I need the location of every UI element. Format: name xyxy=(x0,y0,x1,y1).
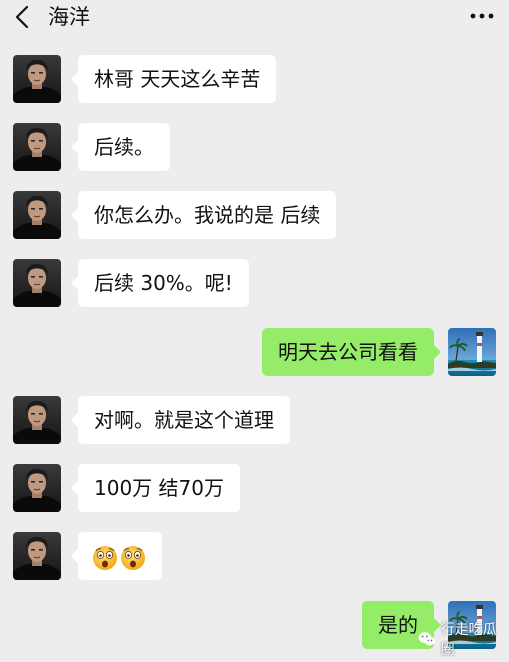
message-bubble-incoming[interactable]: 100万 结70万 xyxy=(71,464,240,512)
contact-avatar-image xyxy=(13,55,61,103)
my-avatar[interactable] xyxy=(448,328,496,376)
contact-avatar-image xyxy=(13,123,61,171)
my-avatar-image xyxy=(448,328,496,376)
chat-header: 海洋 xyxy=(0,0,509,36)
message-bubble-incoming-emoji[interactable] xyxy=(71,532,162,580)
message-bubble-incoming[interactable]: 林哥 天天这么辛苦 xyxy=(70,55,277,103)
contact-avatar[interactable] xyxy=(13,55,61,103)
contact-avatar[interactable] xyxy=(13,532,61,580)
back-button[interactable] xyxy=(10,4,36,30)
message-bubble-incoming[interactable]: 对啊。就是这个道理 xyxy=(71,396,290,444)
contact-avatar[interactable] xyxy=(13,259,61,307)
contact-avatar-image xyxy=(13,464,61,512)
wechat-icon xyxy=(418,632,436,646)
contact-avatar[interactable] xyxy=(13,191,61,239)
contact-avatar-image xyxy=(13,396,61,444)
watermark-text: 行走吃瓜圈 xyxy=(440,622,497,658)
watermark: 行走吃瓜圈 xyxy=(418,622,509,658)
message-bubble-incoming[interactable]: 后续。 xyxy=(71,123,170,171)
more-options-button[interactable] xyxy=(467,6,497,26)
message-bubble-incoming[interactable]: 后续 30%。呢! xyxy=(71,259,249,307)
contact-avatar-image xyxy=(13,532,61,580)
astonished-face-emoji-icon xyxy=(92,545,118,571)
astonished-face-emoji-icon xyxy=(120,545,146,571)
contact-avatar[interactable] xyxy=(13,464,61,512)
contact-avatar[interactable] xyxy=(13,396,61,444)
contact-avatar-image xyxy=(13,191,61,239)
message-bubble-incoming[interactable]: 你怎么办。我说的是 后续 xyxy=(70,191,337,239)
message-bubble-outgoing[interactable]: 明天去公司看看 xyxy=(262,328,441,376)
contact-avatar[interactable] xyxy=(13,123,61,171)
more-dots-icon xyxy=(470,13,494,19)
chevron-left-icon xyxy=(15,5,29,29)
chat-title: 海洋 xyxy=(48,5,90,29)
contact-avatar-image xyxy=(13,259,61,307)
